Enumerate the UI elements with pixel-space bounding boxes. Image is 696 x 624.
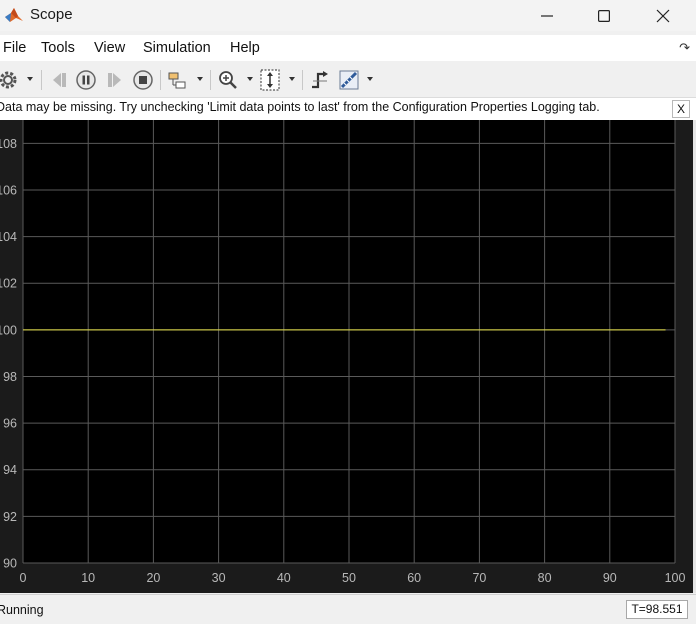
x-tick-label: 50 (342, 571, 356, 585)
notification-text: Data may be missing. Try unchecking 'Lim… (0, 100, 600, 114)
toolbar-separator (41, 70, 42, 90)
stop-button[interactable] (131, 67, 155, 93)
minimize-button[interactable] (524, 0, 570, 31)
y-tick-label: 92 (3, 510, 17, 524)
triggers-button[interactable] (308, 67, 332, 93)
scope-plot[interactable]: 0 10 20 30 40 50 60 70 80 90 100 90 92 94 96 98 100 102 10… (0, 120, 693, 593)
step-back-icon (53, 73, 66, 87)
scale-axes-button[interactable] (258, 67, 282, 93)
highlight-block-icon (168, 72, 186, 89)
highlight-block-button[interactable] (166, 67, 190, 93)
status-bar: Running T=98.551 (0, 594, 696, 624)
step-forward-button[interactable] (103, 67, 127, 93)
notification-bar: Data may be missing. Try unchecking 'Lim… (0, 97, 696, 120)
zoom-in-button[interactable] (216, 67, 240, 93)
triggers-icon (312, 71, 328, 89)
y-tick-label: 102 (0, 277, 17, 291)
menu-help[interactable]: Help (230, 40, 260, 56)
gear-icon (0, 71, 17, 89)
x-tick-label: 10 (81, 571, 95, 585)
y-tick-label: 104 (0, 230, 17, 244)
zoom-in-icon (219, 71, 237, 89)
y-tick-label: 106 (0, 183, 17, 197)
step-forward-icon (108, 73, 121, 87)
toolbar-separator (302, 70, 303, 90)
configuration-button[interactable] (0, 67, 20, 93)
undock-icon[interactable]: ↷ (679, 40, 690, 56)
pause-icon (76, 70, 96, 90)
step-back-button[interactable] (47, 67, 71, 93)
pause-button[interactable] (74, 67, 98, 93)
menu-file[interactable]: File (3, 40, 26, 56)
y-tick-label: 100 (0, 323, 17, 337)
title-bar: Scope (0, 0, 696, 31)
toolbar-separator (160, 70, 161, 90)
x-tick-label: 90 (603, 571, 617, 585)
close-icon (656, 9, 670, 22)
x-tick-label: 80 (538, 571, 552, 585)
y-tick-label: 108 (0, 137, 17, 151)
x-tick-label: 30 (212, 571, 226, 585)
simulation-time: T=98.551 (626, 600, 688, 619)
measurements-button[interactable] (337, 67, 361, 93)
y-tick-label: 90 (3, 557, 17, 571)
chevron-down-icon[interactable] (289, 77, 295, 81)
menu-tools[interactable]: Tools (41, 40, 75, 56)
y-tick-label: 98 (3, 370, 17, 384)
close-button[interactable] (640, 0, 686, 31)
notification-close-button[interactable]: X (672, 100, 690, 118)
x-tick-label: 100 (665, 571, 686, 585)
y-tick-label: 94 (3, 463, 17, 477)
minimize-icon (541, 14, 553, 17)
menu-view[interactable]: View (94, 40, 125, 56)
chevron-down-icon[interactable] (27, 77, 33, 81)
chevron-down-icon[interactable] (197, 77, 203, 81)
window-title: Scope (30, 6, 73, 23)
menu-simulation[interactable]: Simulation (143, 40, 211, 56)
chevron-down-icon[interactable] (367, 77, 373, 81)
x-tick-label: 70 (472, 571, 486, 585)
measurements-icon (339, 70, 359, 90)
x-tick-label: 20 (146, 571, 160, 585)
toolbar (0, 63, 696, 97)
y-tick-label: 96 (3, 417, 17, 431)
maximize-icon (598, 9, 610, 22)
scale-axes-icon (260, 69, 280, 91)
menu-bar: File Tools View Simulation Help ↷ (0, 35, 696, 61)
matlab-logo-icon (4, 5, 24, 25)
status-state: Running (0, 603, 44, 617)
toolbar-separator (210, 70, 211, 90)
x-tick-label: 0 (20, 571, 27, 585)
chevron-down-icon[interactable] (247, 77, 253, 81)
x-tick-label: 60 (407, 571, 421, 585)
maximize-button[interactable] (581, 0, 627, 31)
stop-icon (133, 70, 153, 90)
x-tick-label: 40 (277, 571, 291, 585)
